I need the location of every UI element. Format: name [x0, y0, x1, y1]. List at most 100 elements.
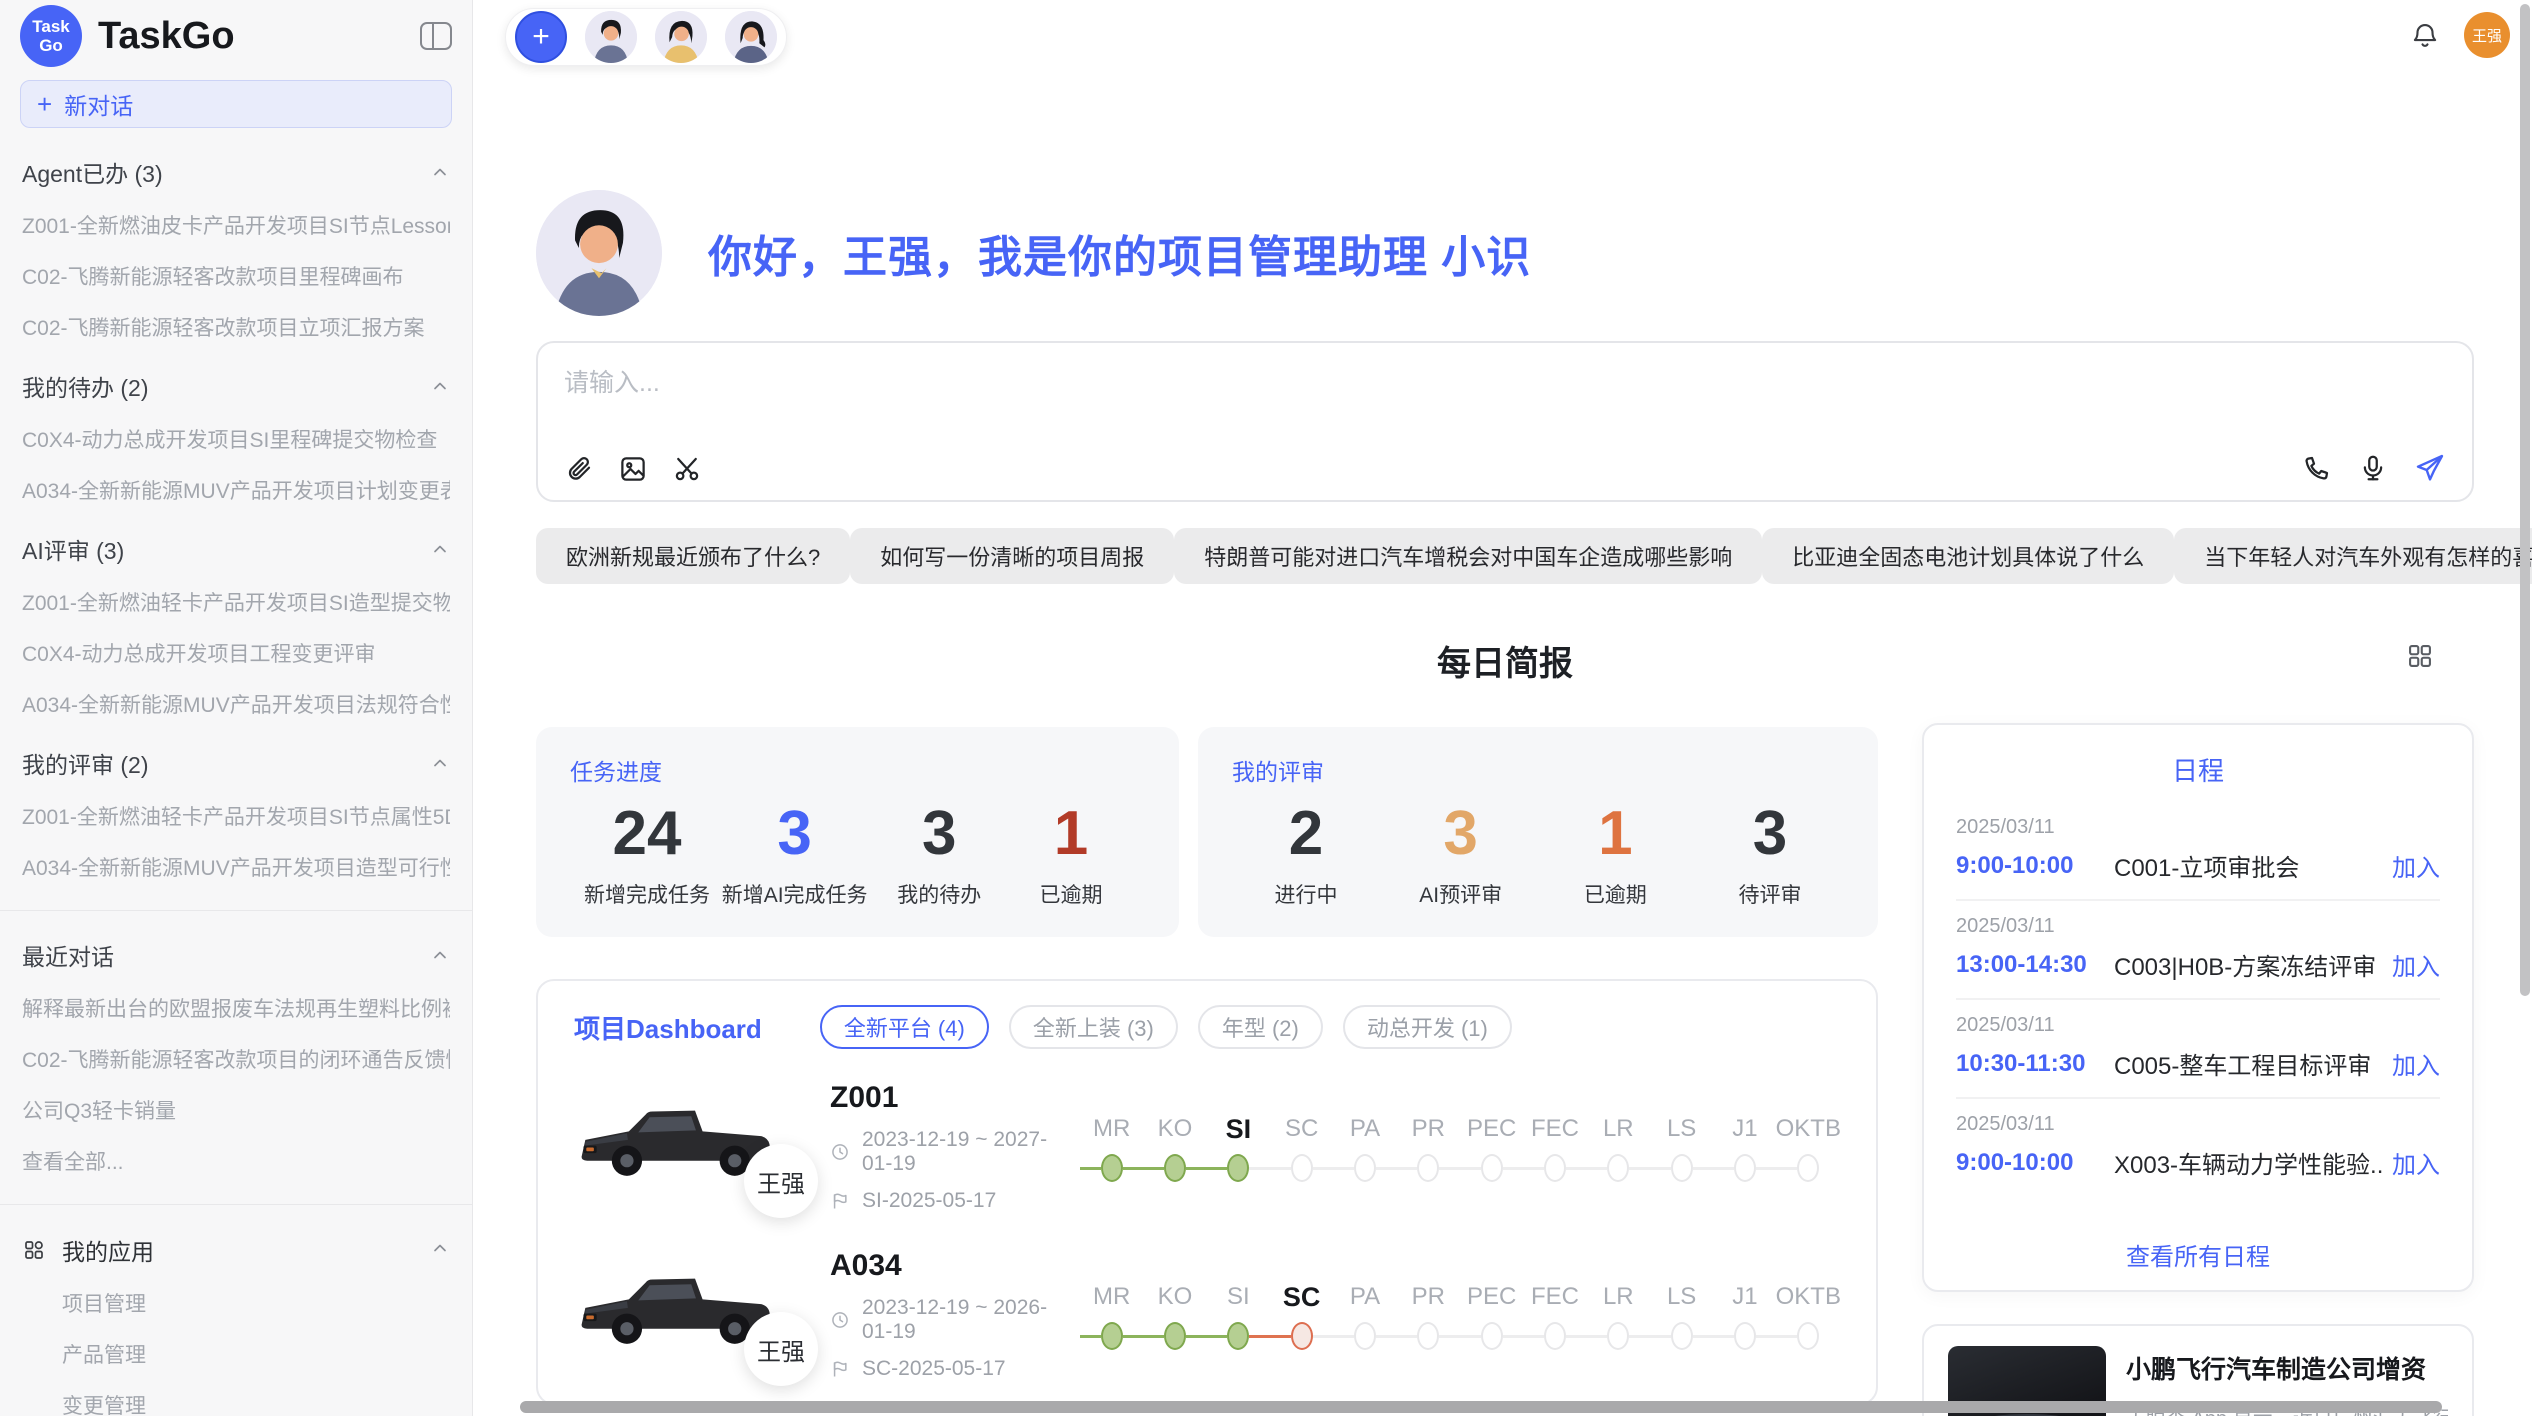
- milestone-step: PEC: [1460, 1111, 1523, 1183]
- dashboard-tab[interactable]: 年型 (2): [1198, 1005, 1323, 1049]
- milestone-label: KO: [1158, 1111, 1193, 1147]
- sidebar-task-item[interactable]: A034-全新新能源MUV产品开发项目造型可行性评审: [22, 852, 450, 882]
- milestone-node-row: [1587, 1153, 1650, 1183]
- join-button[interactable]: 加入: [2392, 1145, 2440, 1180]
- milestone-step: FEC: [1523, 1111, 1586, 1183]
- image-icon[interactable]: [618, 454, 648, 484]
- join-button[interactable]: 加入: [2392, 1046, 2440, 1081]
- stat: 24新增完成任务: [584, 797, 710, 909]
- microphone-icon[interactable]: [2358, 453, 2388, 483]
- add-agent-button[interactable]: +: [515, 11, 567, 63]
- milestone-connector: [1333, 1335, 1354, 1338]
- sidebar-section-header[interactable]: 我的评审 (2): [22, 746, 450, 780]
- sidebar-app-item[interactable]: 项目管理: [62, 1288, 450, 1318]
- sidebar-task-item[interactable]: C0X4-动力总成开发项目工程变更评审: [22, 638, 450, 668]
- phone-icon[interactable]: [2302, 453, 2332, 483]
- schedule-item: 2025/03/119:00-10:00X003-车辆动力学性能验...加入: [1956, 1099, 2440, 1196]
- sidebar-app-item[interactable]: 产品管理: [62, 1339, 450, 1369]
- chat-input[interactable]: [564, 369, 2446, 398]
- sidebar-section-title: Agent已办 (3): [22, 155, 163, 189]
- join-button[interactable]: 加入: [2392, 848, 2440, 883]
- sidebar-task-item[interactable]: C0X4-动力总成开发项目SI里程碑提交物检查: [22, 424, 450, 454]
- milestone-node: [1671, 1322, 1693, 1350]
- sidebar-body: Agent已办 (3) Z001-全新燃油皮卡产品开发项目SI节点Lesson L…: [0, 155, 472, 1416]
- milestone-connector: [1333, 1167, 1354, 1170]
- stat-label: 已逾期: [1584, 879, 1647, 909]
- milestone-node-row: [1777, 1153, 1840, 1183]
- sidebar-task-item[interactable]: Z001-全新燃油轻卡产品开发项目SI造型提交物评审: [22, 587, 450, 617]
- attachment-icon[interactable]: [564, 454, 594, 484]
- schedule-event-title: C003|H0B-方案冻结评审: [2114, 947, 2382, 982]
- sidebar-recent-item[interactable]: 公司Q3轻卡销量: [22, 1095, 450, 1125]
- chevron-up-icon: [430, 753, 450, 773]
- milestone-label: PEC: [1467, 1279, 1516, 1315]
- sidebar-task-item[interactable]: A034-全新新能源MUV产品开发项目计划变更表编写: [22, 475, 450, 505]
- send-icon[interactable]: [2414, 452, 2446, 484]
- milestone-connector: [1123, 1167, 1144, 1170]
- content-columns: 任务进度24新增完成任务3新增AI完成任务3我的待办1已逾期我的评审2进行中3A…: [536, 723, 2474, 1416]
- vertical-scrollbar[interactable]: [2520, 4, 2530, 996]
- milestone-node-row: [1460, 1153, 1523, 1183]
- milestone-connector: [1819, 1335, 1840, 1338]
- milestone-node-row: [1270, 1153, 1333, 1183]
- suggestion-chip[interactable]: 特朗普可能对进口汽车增税会对中国车企造成哪些影响: [1174, 528, 1762, 584]
- stat-card: 我的评审2进行中3AI预评审1已逾期3待评审: [1198, 727, 1878, 937]
- milestone-connector: [1777, 1167, 1798, 1170]
- sidebar-recent-item[interactable]: 解释最新出台的欧盟报废车法规再生塑料比例被调至15%...: [22, 993, 450, 1023]
- view-all-schedule-link[interactable]: 查看所有日程: [1924, 1237, 2472, 1272]
- sidebar-task-item[interactable]: Z001-全新燃油轻卡产品开发项目SI节点属性5D文件评审: [22, 801, 450, 831]
- layout-grid-icon[interactable]: [2406, 642, 2434, 675]
- suggestion-chips: 欧洲新规最近颁布了什么?如何写一份清晰的项目周报特朗普可能对进口汽车增税会对中国…: [536, 528, 2474, 584]
- milestone-connector: [1566, 1167, 1587, 1170]
- suggestion-chip[interactable]: 如何写一份清晰的项目周报: [850, 528, 1174, 584]
- sidebar-item-my-apps[interactable]: 我的应用: [22, 1233, 450, 1267]
- milestone-label: J1: [1732, 1279, 1757, 1315]
- agent-avatar-3[interactable]: [725, 11, 777, 63]
- suggestion-chip[interactable]: 比亚迪全固态电池计划具体说了什么: [1762, 528, 2174, 584]
- agent-avatar-2[interactable]: [655, 11, 707, 63]
- project-period: 2023-12-19 ~ 2026-01-19: [830, 1296, 1074, 1344]
- sidebar-app-item[interactable]: 变更管理: [62, 1390, 450, 1416]
- horizontal-scrollbar[interactable]: [520, 1401, 2442, 1413]
- sidebar-task-item[interactable]: A034-全新新能源MUV产品开发项目法规符合性评审: [22, 689, 450, 719]
- suggestion-chip[interactable]: 欧洲新规最近颁布了什么?: [536, 528, 850, 584]
- divider: [0, 1204, 472, 1205]
- dashboard-tab[interactable]: 动总开发 (1): [1343, 1005, 1512, 1049]
- agent-avatar-1[interactable]: [585, 11, 637, 63]
- milestone-label: SC: [1283, 1279, 1321, 1315]
- sidebar-task-item[interactable]: Z001-全新燃油皮卡产品开发项目SI节点Lesson Learn报告: [22, 210, 450, 240]
- milestone-step: J1: [1713, 1279, 1776, 1351]
- dashboard-tab[interactable]: 全新平台 (4): [820, 1005, 989, 1049]
- milestone-node-row: [1587, 1321, 1650, 1351]
- notification-bell-icon[interactable]: [2410, 20, 2440, 55]
- sidebar-collapse-icon[interactable]: [420, 22, 452, 50]
- stat-label: 新增AI完成任务: [722, 879, 868, 909]
- briefing-header: 每日简报: [536, 636, 2474, 680]
- sidebar-recent-item[interactable]: C02-飞腾新能源轻客改款项目的闭环通告反馈情况: [22, 1044, 450, 1074]
- scissors-icon[interactable]: [672, 454, 702, 484]
- clock-icon: [830, 1142, 850, 1162]
- milestone-node-row: [1713, 1321, 1776, 1351]
- milestone-step: SC: [1270, 1111, 1333, 1183]
- sidebar-recent-header[interactable]: 最近对话: [22, 938, 450, 972]
- sidebar-recent-view-all[interactable]: 查看全部...: [22, 1146, 450, 1176]
- milestone-node-row: [1397, 1153, 1460, 1183]
- milestone-step: PA: [1333, 1279, 1396, 1351]
- sidebar-task-item[interactable]: C02-飞腾新能源轻客改款项目里程碑画布: [22, 261, 450, 291]
- sidebar-header: Task Go TaskGo: [0, 0, 472, 72]
- suggestion-chip[interactable]: 当下年轻人对汽车外观有怎样的喜好趋势: [2174, 528, 2532, 584]
- milestone-node: [1227, 1154, 1249, 1182]
- new-chat-button[interactable]: + 新对话: [20, 80, 452, 128]
- sidebar-section-header[interactable]: AI评审 (3): [22, 532, 450, 566]
- milestone-node-row: [1333, 1321, 1396, 1351]
- join-button[interactable]: 加入: [2392, 947, 2440, 982]
- milestone-connector: [1439, 1335, 1460, 1338]
- sidebar-section-header[interactable]: 我的待办 (2): [22, 369, 450, 403]
- dashboard-tab[interactable]: 全新上装 (3): [1009, 1005, 1178, 1049]
- stat-label: 新增完成任务: [584, 879, 710, 909]
- user-avatar[interactable]: 王强: [2464, 12, 2510, 58]
- milestone-node: [1291, 1322, 1313, 1350]
- milestone-step: LS: [1650, 1111, 1713, 1183]
- sidebar-section-header[interactable]: Agent已办 (3): [22, 155, 450, 189]
- sidebar-task-item[interactable]: C02-飞腾新能源轻客改款项目立项汇报方案: [22, 312, 450, 342]
